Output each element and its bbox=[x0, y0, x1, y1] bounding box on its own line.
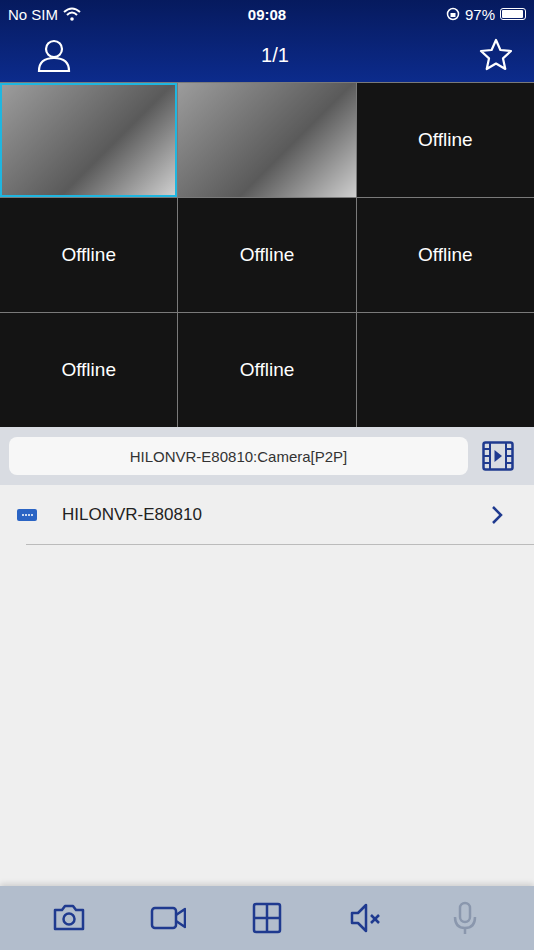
status-right: 97% bbox=[386, 6, 526, 23]
offline-label: Offline bbox=[61, 244, 116, 266]
battery-percent: 97% bbox=[465, 6, 495, 23]
battery-icon bbox=[500, 8, 526, 20]
battery-fill bbox=[502, 10, 523, 18]
device-row[interactable]: HILONVR-E80810 bbox=[0, 485, 534, 545]
clock: 09:08 bbox=[248, 6, 286, 23]
offline-label: Offline bbox=[240, 359, 295, 381]
user-icon[interactable] bbox=[36, 37, 72, 73]
device-list: HILONVR-E80810 bbox=[0, 485, 534, 886]
offline-label: Offline bbox=[240, 244, 295, 266]
channel-cell[interactable]: Offline bbox=[0, 198, 177, 312]
toolbar bbox=[0, 886, 534, 950]
offline-label: Offline bbox=[418, 244, 473, 266]
nav-bar: 1/1 bbox=[0, 28, 534, 82]
status-bar: No SIM 09:08 97% bbox=[0, 0, 534, 28]
channel-field[interactable]: HILONVR-E80810:Camera[P2P] bbox=[9, 437, 468, 475]
offline-label: Offline bbox=[61, 359, 116, 381]
nvr-icon bbox=[16, 507, 38, 523]
channel-cell[interactable]: Offline bbox=[357, 83, 534, 197]
channel-grid: Offline Offline Offline Offline Offline Offli… bbox=[0, 82, 534, 427]
rotation-lock-icon bbox=[446, 7, 460, 21]
microphone-icon bbox=[447, 900, 483, 936]
carrier: No SIM bbox=[8, 6, 58, 23]
channel-cell[interactable]: Offline bbox=[178, 313, 355, 427]
speaker-muted-icon[interactable] bbox=[348, 900, 384, 936]
chevron-right-icon bbox=[490, 505, 504, 525]
channel-cell[interactable] bbox=[178, 83, 355, 197]
status-left: No SIM bbox=[8, 6, 148, 23]
page-indicator: 1/1 bbox=[261, 44, 289, 67]
channel-cell[interactable] bbox=[357, 313, 534, 427]
header: No SIM 09:08 97% 1/1 bbox=[0, 0, 534, 82]
video-camera-icon[interactable] bbox=[150, 900, 186, 936]
wifi-icon bbox=[63, 7, 81, 21]
channel-name: HILONVR-E80810:Camera[P2P] bbox=[130, 448, 348, 465]
channel-cell[interactable] bbox=[0, 83, 177, 197]
offline-label: Offline bbox=[418, 129, 473, 151]
channel-cell[interactable]: Offline bbox=[0, 313, 177, 427]
star-icon[interactable] bbox=[478, 37, 514, 73]
grid-layout-icon[interactable] bbox=[249, 900, 285, 936]
playback-film-icon[interactable] bbox=[482, 441, 514, 471]
channel-cell[interactable]: Offline bbox=[178, 198, 355, 312]
channel-panel: HILONVR-E80810:Camera[P2P] bbox=[0, 427, 534, 485]
camera-icon[interactable] bbox=[51, 900, 87, 936]
device-name: HILONVR-E80810 bbox=[62, 505, 490, 525]
channel-cell[interactable]: Offline bbox=[357, 198, 534, 312]
